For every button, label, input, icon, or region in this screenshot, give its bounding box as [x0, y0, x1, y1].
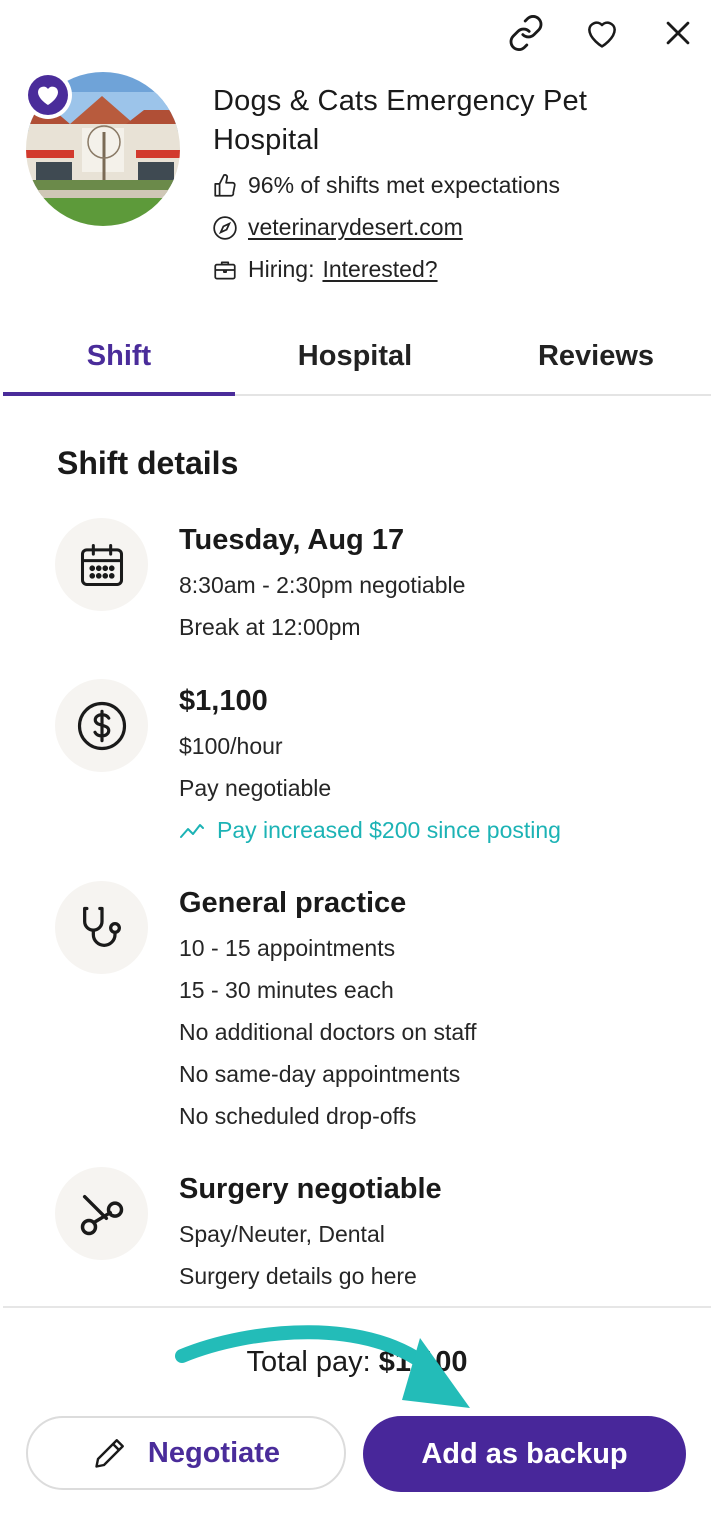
shifts-met-text: 96% of shifts met expectations: [248, 172, 560, 198]
hiring-label: Hiring:: [248, 256, 315, 282]
shift-break: Break at 12:00pm: [179, 614, 361, 640]
practice-detail: No additional doctors on staff: [179, 1019, 477, 1045]
close-icon[interactable]: [654, 9, 702, 57]
practice-detail: 10 - 15 appointments: [179, 935, 396, 961]
dollar-icon: [55, 679, 148, 772]
shift-date: Tuesday, Aug 17: [179, 524, 405, 556]
footer-divider: [3, 1306, 711, 1308]
surgery-types: Spay/Neuter, Dental: [179, 1221, 385, 1247]
tab-reviews[interactable]: Reviews: [480, 318, 712, 394]
total-pay: Total pay: $1,100: [0, 1346, 714, 1379]
scissors-icon: [55, 1167, 148, 1260]
pay-rate: $100/hour: [179, 733, 283, 759]
pay-negotiable: Pay negotiable: [179, 775, 332, 801]
pencil-icon: [95, 1439, 124, 1468]
calendar-icon: [55, 518, 148, 611]
tab-shift[interactable]: Shift: [3, 318, 235, 394]
trend-up-icon: [180, 823, 204, 838]
heart-filled-icon: [38, 86, 58, 105]
hiring-interested-link[interactable]: Interested?: [322, 256, 437, 283]
hospital-name: Dogs & Cats Emergency Pet Hospital: [213, 85, 588, 156]
pay-total: $1,100: [179, 685, 268, 717]
total-pay-label: Total pay:: [246, 1346, 371, 1378]
practice-type: General practice: [179, 887, 407, 919]
hiring-row: Hiring: Interested?: [212, 256, 438, 283]
compass-icon: [213, 215, 237, 240]
negotiate-label: Negotiate: [147, 1436, 281, 1469]
active-tab-indicator: [3, 392, 235, 396]
link-icon[interactable]: [502, 9, 550, 57]
negotiate-button[interactable]: Negotiate: [26, 1416, 346, 1490]
website-row: veterinarydesert.com: [212, 214, 463, 241]
stethoscope-icon: [55, 881, 148, 974]
pay-increase-text: Pay increased $200 since posting: [217, 817, 561, 843]
heart-outline-icon[interactable]: [578, 9, 626, 57]
surgery-title: Surgery negotiable: [179, 1173, 442, 1205]
practice-detail: No scheduled drop-offs: [179, 1103, 417, 1129]
section-title: Shift details: [57, 445, 239, 481]
add-as-backup-button[interactable]: Add as backup: [363, 1416, 686, 1492]
surgery-details: Surgery details go here: [179, 1263, 417, 1289]
tab-hospital[interactable]: Hospital: [240, 318, 470, 394]
add-as-backup-label: Add as backup: [421, 1437, 628, 1470]
shifts-met-row: 96% of shifts met expectations: [212, 172, 560, 199]
practice-detail: No same-day appointments: [179, 1061, 461, 1087]
briefcase-icon: [214, 261, 236, 280]
thumbs-up-icon: [214, 173, 236, 197]
pay-increase: Pay increased $200 since posting: [179, 817, 561, 844]
practice-detail: 15 - 30 minutes each: [179, 977, 394, 1003]
favorite-badge: [24, 71, 72, 119]
total-pay-value: $1,100: [378, 1346, 468, 1378]
tab-bar: Shift Hospital Reviews: [0, 318, 714, 396]
website-link[interactable]: veterinarydesert.com: [248, 214, 463, 241]
shift-time: 8:30am - 2:30pm negotiable: [179, 572, 466, 598]
